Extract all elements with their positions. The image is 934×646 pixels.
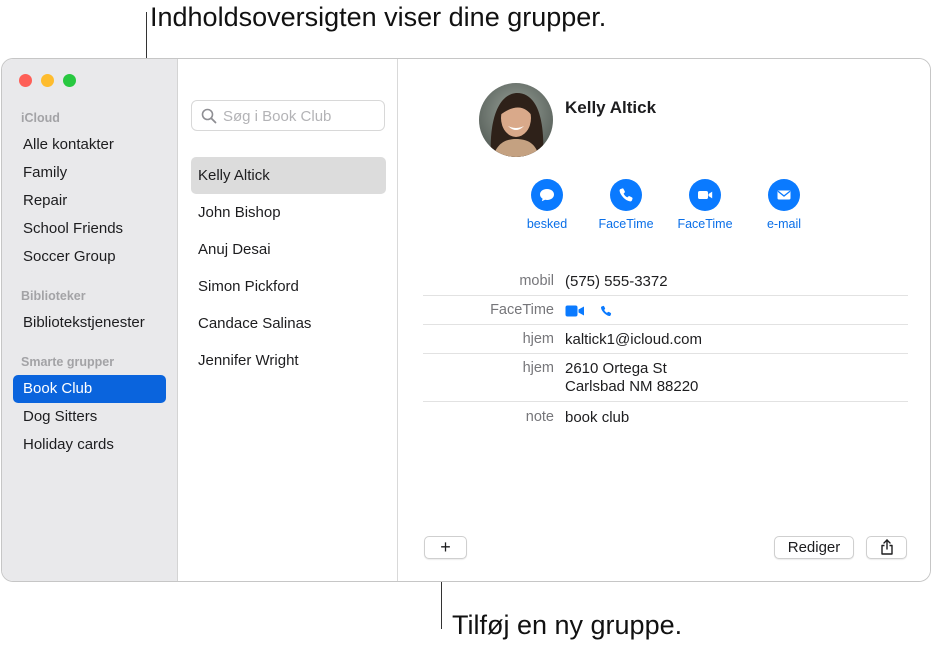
field-label-home-address: hjem xyxy=(522,360,554,376)
contacts-window: iCloud Alle kontakter Family Repair Scho… xyxy=(1,58,931,582)
contact-row-jennifer-wright[interactable]: Jennifer Wright xyxy=(191,342,386,379)
facetime-field-icons xyxy=(565,301,613,320)
field-value-mobile[interactable]: (575) 555-3372 xyxy=(565,272,668,291)
search-input[interactable] xyxy=(223,106,379,126)
sidebar-item-book-club[interactable]: Book Club xyxy=(13,375,166,403)
email-action-label: e-mail xyxy=(766,217,802,231)
sidebar-item-directory-services[interactable]: Bibliotekstjenester xyxy=(13,309,166,337)
contact-row-anuj-desai[interactable]: Anuj Desai xyxy=(191,231,386,268)
field-divider xyxy=(423,324,908,325)
message-bubble-icon xyxy=(531,179,563,211)
sidebar-item-holiday-cards[interactable]: Holiday cards xyxy=(13,431,166,459)
email-action[interactable]: e-mail xyxy=(749,179,819,231)
envelope-icon xyxy=(768,179,800,211)
contact-row-simon-pickford[interactable]: Simon Pickford xyxy=(191,268,386,305)
field-divider xyxy=(423,353,908,354)
field-divider xyxy=(423,401,908,402)
field-label-mobile: mobil xyxy=(519,273,554,289)
sidebar-item-repair[interactable]: Repair xyxy=(13,187,166,215)
facetime-audio-label: FaceTime xyxy=(598,217,654,231)
facetime-audio-action[interactable]: FaceTime xyxy=(591,179,661,231)
contact-row-kelly-altick[interactable]: Kelly Altick xyxy=(191,157,386,194)
search-icon xyxy=(201,108,217,124)
share-button[interactable] xyxy=(866,536,907,559)
search-field[interactable] xyxy=(191,100,385,131)
field-value-address-line-2[interactable]: Carlsbad NM 88220 xyxy=(565,377,698,396)
contact-row-candace-salinas[interactable]: Candace Salinas xyxy=(191,305,386,342)
contact-row-john-bishop[interactable]: John Bishop xyxy=(191,194,386,231)
field-value-note[interactable]: book club xyxy=(565,408,629,427)
edit-button[interactable]: Rediger xyxy=(774,536,854,559)
phone-icon[interactable] xyxy=(599,304,613,318)
sidebar-item-soccer-group[interactable]: Soccer Group xyxy=(13,243,166,271)
add-group-button[interactable]: + xyxy=(424,536,467,559)
field-divider xyxy=(423,295,908,296)
share-icon xyxy=(880,539,893,555)
field-label-facetime: FaceTime xyxy=(490,302,554,318)
sidebar-item-school-friends[interactable]: School Friends xyxy=(13,215,166,243)
minimize-window-button[interactable] xyxy=(41,74,54,87)
field-value-address-line-1[interactable]: 2610 Ortega St xyxy=(565,359,667,378)
contact-detail-pane: Kelly Altick besked FaceTime FaceTime e-… xyxy=(399,59,930,581)
video-camera-icon xyxy=(689,179,721,211)
callout-top: Indholdsoversigten viser dine grupper. xyxy=(150,2,607,32)
video-camera-icon[interactable] xyxy=(565,304,585,318)
message-action[interactable]: besked xyxy=(512,179,582,231)
callout-bottom: Tilføj en ny gruppe. xyxy=(452,610,683,640)
contact-list-pane: Kelly Altick John Bishop Anuj Desai Simo… xyxy=(179,59,398,581)
sidebar-section-libraries: Biblioteker xyxy=(21,289,86,303)
phone-icon xyxy=(610,179,642,211)
close-window-button[interactable] xyxy=(19,74,32,87)
sidebar-section-icloud: iCloud xyxy=(21,111,60,125)
sidebar-item-all-contacts[interactable]: Alle kontakter xyxy=(13,131,166,159)
sidebar-item-dog-sitters[interactable]: Dog Sitters xyxy=(13,403,166,431)
zoom-window-button[interactable] xyxy=(63,74,76,87)
field-label-note: note xyxy=(525,409,554,425)
message-action-label: besked xyxy=(526,217,568,231)
avatar xyxy=(479,83,553,157)
field-label-home-email: hjem xyxy=(522,331,554,347)
sidebar-item-family[interactable]: Family xyxy=(13,159,166,187)
sidebar-section-smart-groups: Smarte grupper xyxy=(21,355,115,369)
field-value-home-email[interactable]: kaltick1@icloud.com xyxy=(565,330,702,349)
sidebar: iCloud Alle kontakter Family Repair Scho… xyxy=(2,59,178,581)
facetime-video-action[interactable]: FaceTime xyxy=(670,179,740,231)
facetime-video-label: FaceTime xyxy=(677,217,733,231)
contact-name: Kelly Altick xyxy=(565,98,657,117)
